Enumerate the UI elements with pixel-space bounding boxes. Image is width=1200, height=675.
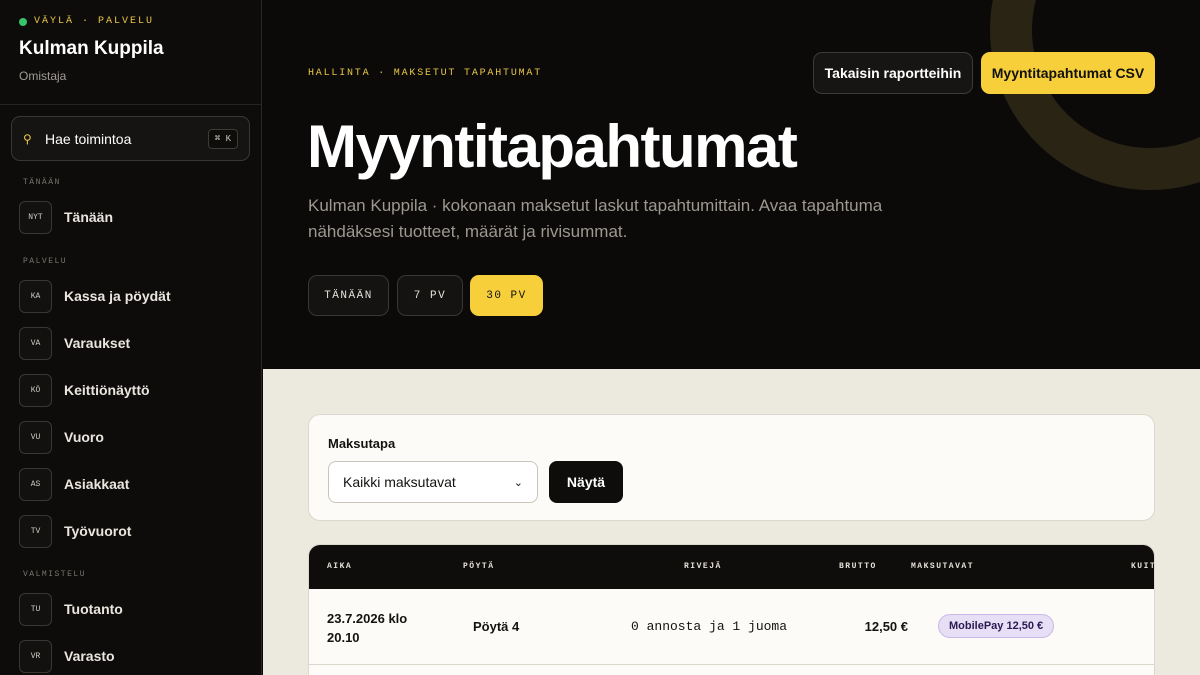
sidebar-item-inventory[interactable]: VR Varasto	[19, 639, 115, 673]
brand-tag: VÄYLÄ · PALVELU	[19, 16, 242, 27]
nav-label: Kassa ja pöydät	[64, 288, 171, 304]
sidebar-item-reservations[interactable]: VA Varaukset	[19, 326, 130, 360]
user-role: Omistaja	[19, 69, 67, 83]
nav-label: Keittiönäyttö	[64, 382, 150, 398]
sidebar: VÄYLÄ · PALVELU Kulman Kuppila Omistaja …	[0, 0, 262, 675]
nav-badge: TU	[19, 592, 52, 626]
brand-block: VÄYLÄ · PALVELU Kulman Kuppila Omistaja	[0, 0, 261, 105]
chevron-down-icon: ⌄	[513, 476, 523, 489]
sidebar-item-production[interactable]: TU Tuotanto	[19, 592, 123, 626]
row-table: Pöytä 4	[473, 619, 520, 634]
venue-name: Kulman Kuppila	[19, 38, 164, 59]
nav-label: Varaukset	[64, 335, 131, 351]
column-header-payments: MAKSUTAVAT	[911, 562, 975, 571]
table-row[interactable]: 23.7.2026 klo 20.10 Pöytä 4 0 annosta ja…	[309, 589, 1154, 665]
nav-label: Varasto	[64, 648, 115, 664]
status-dot-icon	[19, 17, 27, 26]
page-description: Kulman Kuppila · kokonaan maksetut lasku…	[308, 196, 883, 241]
column-header-gross: BRUTTO	[839, 562, 877, 571]
section-label-service: PALVELU	[23, 257, 68, 266]
table-header: AIKA PÖYTÄ RIVEJÄ BRUTTO MAKSUTAVAT KUIT…	[309, 545, 1154, 589]
main-content: Maksutapa Kaikki maksutavat ⌄ Näytä AIKA…	[263, 369, 1200, 675]
nav-badge: KÖ	[19, 373, 52, 407]
sidebar-item-pos[interactable]: KA Kassa ja pöydät	[19, 279, 171, 313]
sidebar-item-shift[interactable]: VU Vuoro	[19, 420, 104, 454]
command-search-button[interactable]: ⚲ Hae toimintoa ⌘ K	[11, 116, 250, 161]
nav-badge: KA	[19, 279, 52, 313]
page-header: HALLINTA · MAKSETUT TAPAHTUMAT Takaisin …	[263, 0, 1200, 369]
filter-card: Maksutapa Kaikki maksutavat ⌄ Näytä	[308, 414, 1155, 521]
range-7-days-button[interactable]: 7 PV	[397, 275, 463, 316]
nav-label: Tänään	[64, 209, 114, 225]
shortcut-hint: ⌘ K	[207, 128, 238, 149]
sidebar-item-kitchen-display[interactable]: KÖ Keittiönäyttö	[19, 373, 150, 407]
breadcrumb: HALLINTA · MAKSETUT TAPAHTUMAT	[308, 68, 543, 79]
range-30-days-button[interactable]: 30 PV	[470, 275, 543, 316]
row-time: 23.7.2026 klo 20.10	[327, 611, 408, 645]
back-to-reports-button[interactable]: Takaisin raportteihin	[813, 52, 973, 94]
column-header-receipt: KUITTI	[1131, 562, 1154, 571]
decorative-ring	[990, 0, 1200, 190]
nav-badge: VU	[19, 420, 52, 454]
nav-badge: NYT	[19, 200, 52, 234]
column-header-table: PÖYTÄ	[463, 562, 495, 571]
search-icon: ⚲	[23, 131, 32, 146]
sidebar-item-schedules[interactable]: TV Työvuorot	[19, 514, 131, 548]
nav-label: Vuoro	[64, 429, 104, 445]
nav-label: Työvuorot	[64, 523, 132, 539]
section-label-prep: VALMISTELU	[23, 570, 87, 579]
nav-badge: AS	[19, 467, 52, 501]
search-label: Hae toimintoa	[45, 130, 132, 147]
transactions-table: AIKA PÖYTÄ RIVEJÄ BRUTTO MAKSUTAVAT KUIT…	[308, 544, 1155, 675]
payment-method-selected: Kaikki maksutavat	[343, 474, 456, 490]
nav-label: Asiakkaat	[64, 476, 130, 492]
sidebar-item-today[interactable]: NYT Tänään	[19, 200, 113, 234]
page-title: Myyntitapahtumat	[307, 113, 798, 180]
nav-badge: VA	[19, 326, 52, 360]
show-button[interactable]: Näytä	[549, 461, 623, 503]
brand-tag-label: VÄYLÄ · PALVELU	[34, 16, 155, 27]
nav-badge: VR	[19, 639, 52, 673]
row-gross: 12,50 €	[864, 619, 908, 634]
row-lines: 0 annosta ja 1 juoma	[631, 619, 788, 634]
nav-label: Tuotanto	[64, 601, 123, 617]
section-label-today: TÄNÄÄN	[23, 178, 61, 187]
column-header-time: AIKA	[327, 562, 353, 571]
payment-method-select[interactable]: Kaikki maksutavat ⌄	[328, 461, 538, 503]
export-csv-button[interactable]: Myyntitapahtumat CSV	[981, 52, 1155, 94]
payment-method-label: Maksutapa	[328, 436, 396, 451]
nav-badge: TV	[19, 514, 52, 548]
sidebar-item-customers[interactable]: AS Asiakkaat	[19, 467, 129, 501]
column-header-lines: RIVEJÄ	[684, 562, 722, 571]
range-today-button[interactable]: TÄNÄÄN	[308, 275, 389, 316]
payment-badge: MobilePay 12,50 €	[938, 614, 1055, 638]
